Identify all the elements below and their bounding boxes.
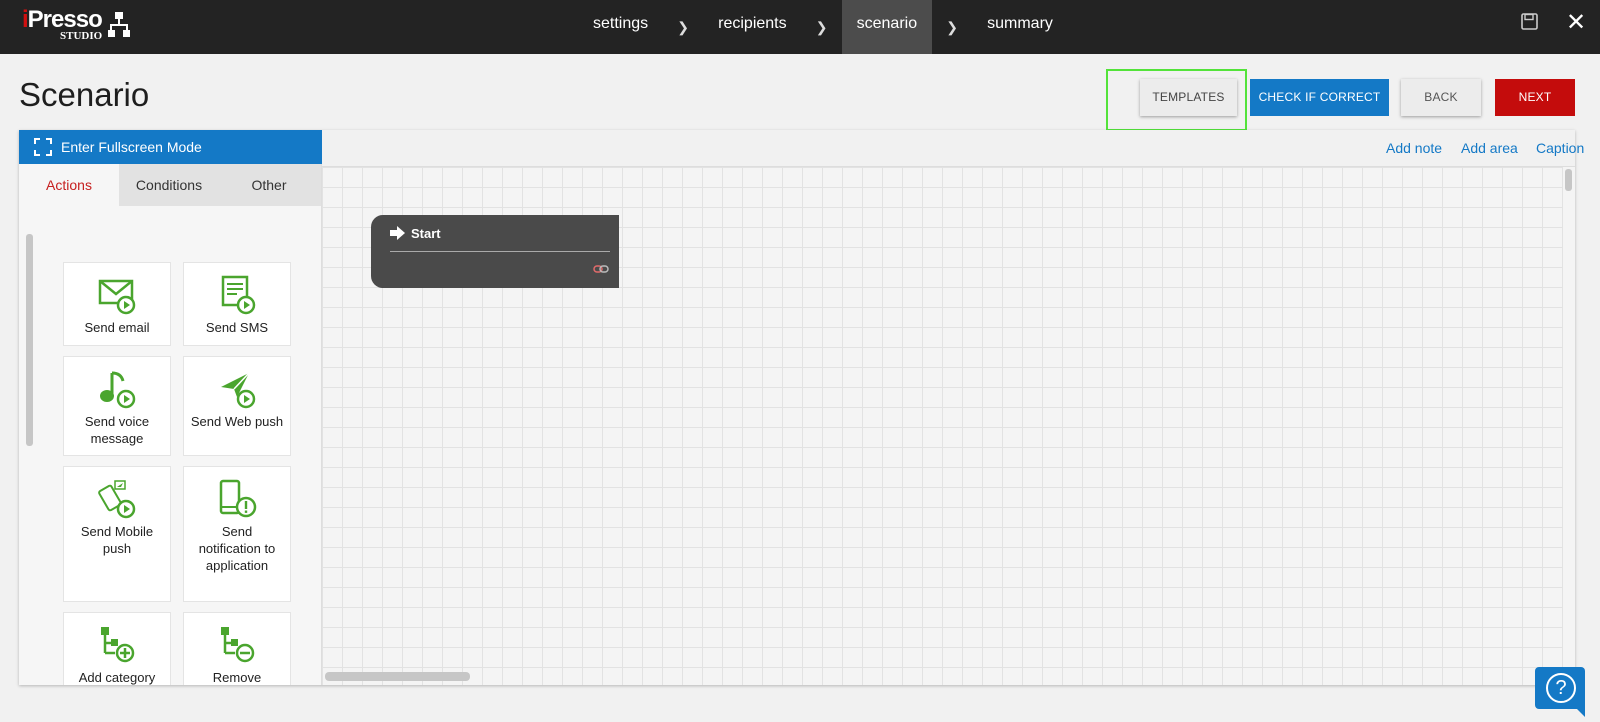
remove-category-icon — [221, 627, 255, 663]
start-node-divider — [390, 251, 610, 252]
link-icon[interactable] — [593, 264, 609, 274]
fullscreen-icon — [34, 138, 52, 156]
action-send-mobile-push[interactable]: Send Mobile push — [63, 466, 171, 602]
sidebar-scrollbar[interactable] — [26, 234, 33, 446]
action-send-voice-message[interactable]: Send voice message — [63, 356, 171, 456]
back-button[interactable]: BACK — [1401, 79, 1481, 116]
action-label: Remove category — [212, 670, 262, 685]
chevron-right-icon: ❯ — [815, 18, 828, 35]
add-area-link[interactable]: Add area — [1461, 140, 1518, 156]
page-title: Scenario — [19, 76, 150, 113]
add-note-link[interactable]: Add note — [1386, 140, 1442, 156]
caption-link[interactable]: Caption — [1536, 140, 1584, 156]
scenario-editor: Enter Fullscreen Mode Add note Add area … — [19, 130, 1584, 685]
logo-brand-rest: Presso — [27, 6, 103, 33]
canvas-toolbar: Add note Add area Caption — [322, 130, 1584, 167]
action-label: Send email — [84, 320, 150, 335]
step-settings[interactable]: settings — [578, 0, 663, 54]
question-icon: ? — [1546, 673, 1576, 703]
add-category-icon — [101, 627, 135, 663]
action-add-category[interactable]: Add category — [63, 612, 171, 685]
action-label: Send voice message — [84, 414, 150, 446]
sms-play-icon — [221, 275, 256, 315]
check-if-correct-button[interactable]: CHECK IF CORRECT — [1250, 79, 1389, 116]
element-sidebar: Actions Conditions Other Send email Send… — [19, 164, 322, 685]
wizard-steps: settings ❯ recipients ❯ scenario ❯ summa… — [578, 0, 1068, 54]
chevron-right-icon: ❯ — [946, 18, 958, 35]
action-send-email[interactable]: Send email — [63, 262, 171, 346]
templates-button[interactable]: TEMPLATES — [1140, 79, 1237, 116]
ipresso-studio-logo[interactable]: iPresso STUDIO — [22, 6, 142, 46]
canvas-vertical-scrollbar[interactable] — [1563, 167, 1575, 685]
step-scenario[interactable]: scenario — [841, 0, 933, 54]
tab-other[interactable]: Other — [219, 164, 319, 206]
web-push-play-icon — [221, 372, 256, 409]
horizontal-scroll-thumb[interactable] — [325, 672, 470, 681]
email-play-icon — [98, 279, 136, 315]
top-bar: iPresso STUDIO settings ❯ recipients ❯ s… — [0, 0, 1600, 54]
fullscreen-label: Enter Fullscreen Mode — [61, 139, 202, 155]
action-send-web-push[interactable]: Send Web push — [183, 356, 291, 456]
scenario-canvas[interactable]: Start — [322, 167, 1575, 685]
action-label: Add category — [78, 670, 156, 685]
sidebar-tabs: Actions Conditions Other — [19, 164, 321, 206]
next-button[interactable]: NEXT — [1495, 79, 1575, 116]
action-label: Send notification to application — [198, 524, 276, 573]
action-send-app-notification[interactable]: Send notification to application — [183, 466, 291, 602]
mobile-push-play-icon — [98, 480, 136, 519]
close-icon[interactable]: ✕ — [1566, 11, 1586, 35]
step-recipients[interactable]: recipients — [703, 0, 801, 54]
action-label: Send SMS — [205, 320, 269, 335]
help-bubble-tail — [1573, 705, 1585, 717]
logo-tree-icon — [108, 12, 130, 37]
start-node[interactable]: Start — [371, 215, 619, 288]
save-icon[interactable] — [1521, 13, 1538, 30]
vertical-scroll-thumb[interactable] — [1565, 169, 1572, 191]
action-label: Send Web push — [190, 414, 284, 429]
logo-sub: STUDIO — [60, 30, 103, 42]
arrow-right-icon — [390, 226, 405, 240]
action-send-sms[interactable]: Send SMS — [183, 262, 291, 346]
chevron-right-icon: ❯ — [677, 18, 689, 35]
tab-actions[interactable]: Actions — [19, 164, 119, 206]
voice-play-icon — [100, 371, 136, 409]
help-button[interactable]: ? — [1535, 667, 1585, 717]
start-node-label: Start — [411, 226, 441, 241]
tab-conditions[interactable]: Conditions — [119, 164, 219, 206]
action-label: Send Mobile push — [80, 524, 154, 556]
fullscreen-button[interactable]: Enter Fullscreen Mode — [19, 130, 322, 164]
action-remove-category[interactable]: Remove category — [183, 612, 291, 685]
app-notification-icon — [219, 479, 257, 518]
step-summary[interactable]: summary — [972, 0, 1068, 54]
